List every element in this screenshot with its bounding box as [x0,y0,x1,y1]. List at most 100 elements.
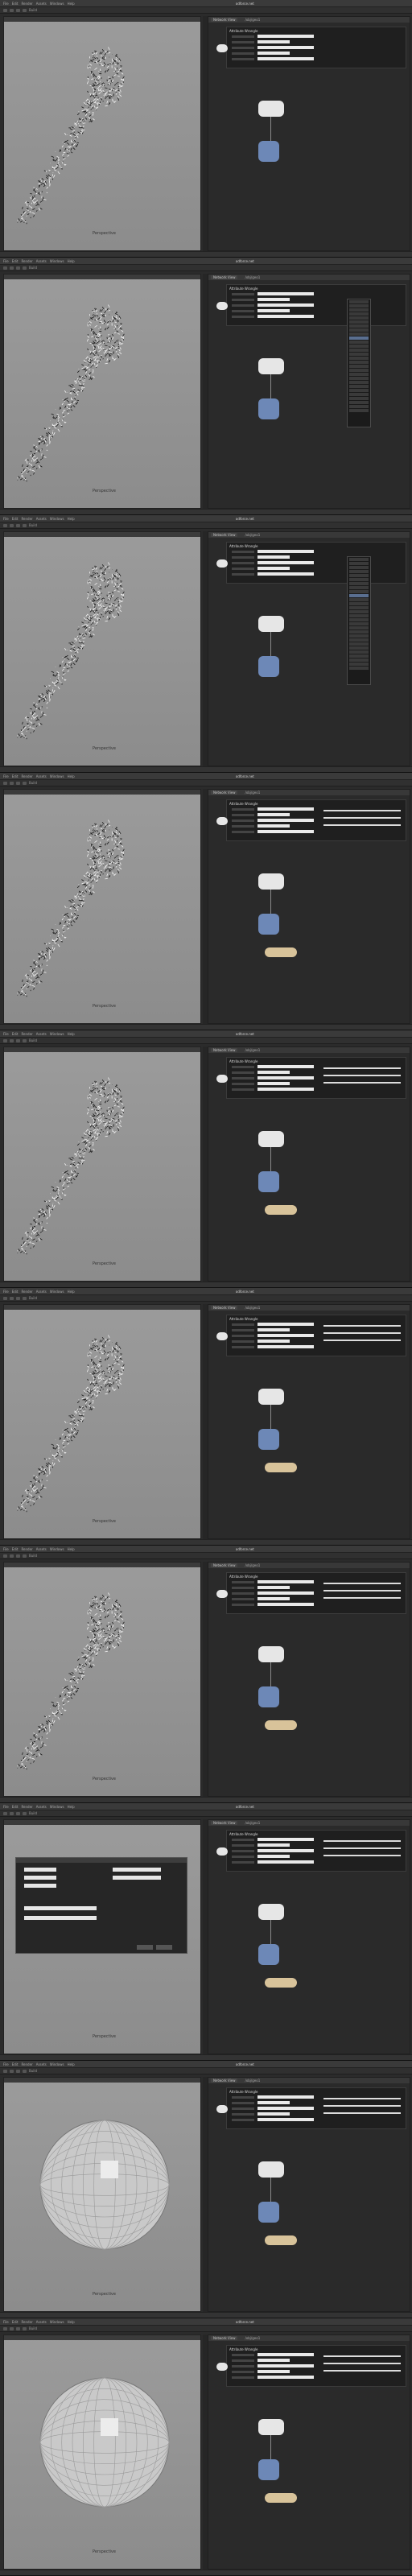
scene-viewport[interactable]: Perspective [3,2334,201,2570]
menu-item-assets[interactable]: Assets [36,2,47,6]
tab-network-view[interactable]: Network View [211,18,238,22]
dropdown-item[interactable] [349,658,369,662]
parameter-slider[interactable] [323,1840,401,1842]
parameter-slider[interactable] [323,1855,401,1856]
merge-node[interactable] [258,398,279,419]
parameter-slider[interactable] [323,1590,401,1591]
file-node[interactable] [216,817,228,825]
parameter-panel[interactable]: Attribute Wrangle [226,2087,406,2129]
dropdown-item[interactable] [349,389,369,392]
dropdown-item[interactable] [349,345,369,348]
parameter-field[interactable] [258,303,314,307]
desk-label[interactable]: Build [29,2326,37,2330]
dropdown-item[interactable] [349,401,369,404]
menu-item-edit[interactable]: Edit [12,1032,19,1036]
tool-icon[interactable] [23,1811,27,1815]
dropdown-item[interactable] [349,574,369,577]
dropdown-item[interactable] [349,312,369,316]
tool-icon[interactable] [3,1296,7,1300]
scene-viewport[interactable]: Perspective [3,274,201,509]
parameter-slider[interactable] [323,2112,401,2114]
tool-icon[interactable] [10,1554,14,1558]
scene-viewport[interactable]: Perspective [3,16,201,251]
menu-item-render[interactable]: Render [21,1805,32,1809]
tool-icon[interactable] [23,1296,27,1300]
tool-icon[interactable] [10,8,14,12]
desk-label[interactable]: Build [29,8,37,12]
dropdown-item[interactable] [349,385,369,388]
parameter-slider[interactable] [323,2363,401,2364]
wrangle-node[interactable] [258,1131,284,1147]
menu-item-help[interactable]: Help [68,1032,75,1036]
menu-item-assets[interactable]: Assets [36,774,47,778]
parameter-field[interactable] [258,35,314,38]
dropdown-item[interactable] [349,365,369,368]
tool-icon[interactable] [16,781,20,785]
menu-item-windows[interactable]: Windows [50,1805,64,1809]
parameter-field[interactable] [258,830,314,833]
network-editor[interactable]: Network View /obj/geo1 Attribute Wrangle [208,16,410,251]
menu-item-file[interactable]: File [3,2320,9,2324]
tool-icon[interactable] [3,266,7,270]
tool-icon[interactable] [23,2069,27,2073]
file-node[interactable] [216,1075,228,1083]
parameter-field[interactable] [258,2095,314,2099]
menu-item-assets[interactable]: Assets [36,517,47,521]
parameter-slider[interactable] [323,824,401,826]
dropdown-item[interactable] [349,642,369,646]
tool-icon[interactable] [16,266,20,270]
dropdown-item[interactable] [349,610,369,613]
dropdown-item[interactable] [349,570,369,573]
menu-item-help[interactable]: Help [68,517,75,521]
parameter-field[interactable] [258,52,290,55]
menu-item-windows[interactable]: Windows [50,774,64,778]
dropdown-item[interactable] [349,361,369,364]
tool-icon[interactable] [23,1554,27,1558]
menu-item-render[interactable]: Render [21,259,32,263]
parameter-field[interactable] [258,2353,314,2356]
merge-node[interactable] [258,1429,279,1450]
menu-item-render[interactable]: Render [21,517,32,521]
dropdown-item[interactable] [349,586,369,589]
attribute-dropdown-menu[interactable] [347,556,371,685]
parameter-field[interactable] [258,1328,290,1331]
tool-icon[interactable] [10,523,14,527]
parameter-field[interactable] [258,2112,290,2116]
tab-network-view[interactable]: Network View [211,533,238,537]
parameter-field[interactable] [258,2359,290,2362]
network-editor[interactable]: Network View /obj/geo1 Attribute Wrangle [208,1304,410,1539]
parameter-slider[interactable] [323,1082,401,1084]
menu-item-edit[interactable]: Edit [12,2062,19,2066]
network-editor[interactable]: Network View /obj/geo1 Attribute Wrangle [208,274,410,509]
menu-item-assets[interactable]: Assets [36,1547,47,1551]
parameter-panel[interactable]: Attribute Wrangle [226,799,406,841]
menu-item-windows[interactable]: Windows [50,2,64,6]
tab-network-view[interactable]: Network View [211,2079,238,2083]
menu-item-edit[interactable]: Edit [12,259,19,263]
parameter-slider[interactable] [323,2098,401,2099]
scene-viewport[interactable]: Perspective [3,1819,201,2054]
dropdown-item[interactable] [349,667,369,670]
dropdown-item[interactable] [349,349,369,352]
tool-icon[interactable] [3,2326,7,2330]
menu-item-render[interactable]: Render [21,2062,32,2066]
parameter-field[interactable] [258,819,314,822]
desk-label[interactable]: Build [29,266,37,270]
dropdown-item[interactable] [349,373,369,376]
menu-item-help[interactable]: Help [68,2062,75,2066]
scene-viewport[interactable]: Perspective [3,789,201,1024]
scene-viewport[interactable]: Perspective [3,1562,201,1797]
menu-item-render[interactable]: Render [21,2320,32,2324]
dropdown-item[interactable] [349,393,369,396]
dropdown-item[interactable] [349,381,369,384]
tab-network-view[interactable]: Network View [211,1048,238,1052]
promote-node[interactable] [265,947,297,957]
parameter-panel[interactable]: Attribute Wrangle [226,1315,406,1356]
desk-label[interactable]: Build [29,523,37,527]
menu-item-assets[interactable]: Assets [36,1290,47,1294]
network-editor[interactable]: Network View /obj/geo1 Attribute Wrangle [208,531,410,766]
parameter-field[interactable] [258,1065,314,1068]
menu-item-windows[interactable]: Windows [50,259,64,263]
parameter-field[interactable] [258,572,314,576]
merge-node[interactable] [258,2459,279,2480]
